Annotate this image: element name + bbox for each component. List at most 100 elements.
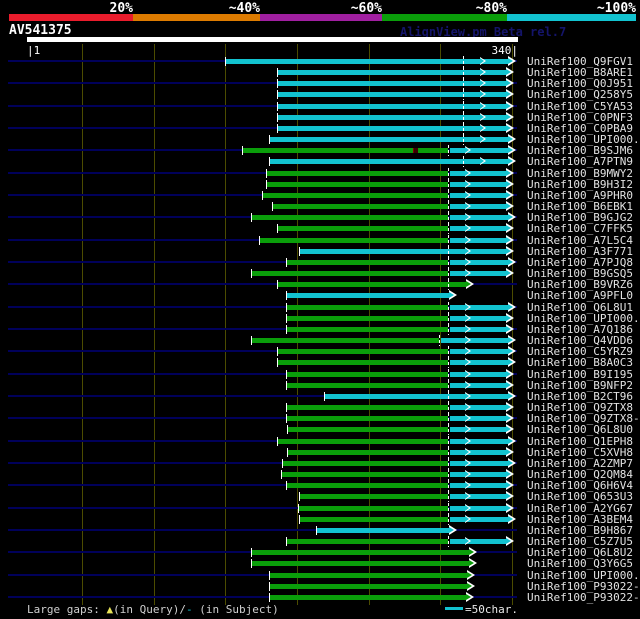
- hit-bar-segment[interactable]: [226, 59, 509, 64]
- hit-end-arrow-icon: [508, 348, 513, 354]
- hit-bar-segment[interactable]: [273, 204, 448, 209]
- hit-bar-segment[interactable]: [450, 439, 509, 444]
- hit-bar-segment[interactable]: [278, 70, 507, 75]
- hit-bar-segment[interactable]: [450, 204, 507, 209]
- hit-bar-segment[interactable]: [270, 159, 509, 164]
- hit-bar-segment[interactable]: [288, 450, 448, 455]
- hit-bar-segment[interactable]: [450, 472, 507, 477]
- gap-arrow-icon: [465, 426, 469, 432]
- hit-label[interactable]: UniRef100_A7PTN9: [527, 156, 633, 167]
- hit-end-arrow-icon: [506, 237, 511, 243]
- hit-bar-segment[interactable]: [287, 293, 450, 298]
- hit-bar-segment[interactable]: [450, 405, 507, 410]
- hit-bar-segment[interactable]: [278, 282, 467, 287]
- hit-bar-segment[interactable]: [278, 349, 448, 354]
- hit-label[interactable]: UniRef100_Q6L8U0: [527, 424, 633, 435]
- hit-bar-segment[interactable]: [450, 271, 507, 276]
- hit-bar-segment[interactable]: [441, 338, 509, 343]
- hit-bar-segment[interactable]: [270, 137, 509, 142]
- hit-start-tick: [286, 258, 287, 267]
- hit-label[interactable]: UniRef100_P93022-3: [527, 592, 640, 603]
- hit-start-tick: [324, 392, 325, 401]
- hit-bar-segment[interactable]: [450, 360, 509, 365]
- hit-bar-segment[interactable]: [450, 450, 507, 455]
- hit-bar-segment[interactable]: [283, 461, 448, 466]
- hit-label[interactable]: UniRef100_A9PFL0: [527, 290, 633, 301]
- hit-bar-segment[interactable]: [287, 383, 448, 388]
- gap-mark: [448, 480, 449, 491]
- hit-label[interactable]: UniRef100_B8A0C3: [527, 357, 633, 368]
- hit-start-tick: [299, 515, 300, 524]
- hit-bar-segment[interactable]: [450, 517, 509, 522]
- hit-bar-segment[interactable]: [450, 494, 507, 499]
- hit-bar-segment[interactable]: [450, 427, 507, 432]
- hit-bar-segment[interactable]: [287, 316, 448, 321]
- hit-bar-segment[interactable]: [450, 305, 509, 310]
- hit-bar-segment[interactable]: [267, 171, 448, 176]
- hit-bar-segment[interactable]: [252, 338, 439, 343]
- hit-end-arrow-icon: [506, 203, 511, 209]
- hit-bar-segment[interactable]: [278, 439, 448, 444]
- hit-bar-segment[interactable]: [450, 316, 507, 321]
- hit-bar-segment[interactable]: [278, 126, 507, 131]
- hit-label[interactable]: UniRef100_Q258Y5: [527, 89, 633, 100]
- hit-bar-segment[interactable]: [278, 115, 507, 120]
- hit-bar-segment[interactable]: [270, 595, 467, 600]
- hit-bar-segment[interactable]: [270, 584, 468, 589]
- hit-bar-segment[interactable]: [450, 327, 507, 332]
- hit-bar-segment[interactable]: [278, 92, 507, 97]
- hit-bar-segment[interactable]: [287, 327, 448, 332]
- hit-bar-segment[interactable]: [450, 193, 507, 198]
- hit-bar-segment[interactable]: [282, 472, 448, 477]
- hit-bar-segment[interactable]: [287, 305, 448, 310]
- hit-bar-segment[interactable]: [263, 193, 448, 198]
- hit-bar-segment[interactable]: [450, 148, 509, 153]
- hit-start-tick: [277, 102, 278, 111]
- hit-bar-segment[interactable]: [287, 372, 448, 377]
- hit-bar-segment[interactable]: [450, 349, 509, 354]
- hit-bar-segment[interactable]: [450, 260, 509, 265]
- hit-bar-segment[interactable]: [450, 238, 507, 243]
- hit-bar-segment[interactable]: [450, 383, 507, 388]
- hit-bar-segment[interactable]: [252, 561, 470, 566]
- gap-arrow-icon: [480, 80, 484, 86]
- hit-bar-segment[interactable]: [450, 539, 507, 544]
- hit-bar-segment[interactable]: [450, 171, 507, 176]
- hit-bar-segment[interactable]: [287, 405, 448, 410]
- hit-bar-segment[interactable]: [267, 182, 448, 187]
- hit-bar-segment[interactable]: [278, 226, 448, 231]
- hit-bar-segment[interactable]: [317, 528, 450, 533]
- hit-bar-segment[interactable]: [450, 483, 507, 488]
- hit-label[interactable]: UniRef100_C7FFK5: [527, 223, 633, 234]
- hit-bar-segment[interactable]: [450, 182, 507, 187]
- gap-mark: [463, 78, 464, 89]
- hit-bar-segment[interactable]: [450, 461, 509, 466]
- hit-bar-segment[interactable]: [300, 249, 507, 254]
- hit-bar-segment[interactable]: [252, 271, 448, 276]
- hit-bar-segment[interactable]: [278, 360, 448, 365]
- hit-bar-segment[interactable]: [252, 215, 448, 220]
- hit-label[interactable]: UniRef100_Q3Y6G5: [527, 558, 633, 569]
- hit-start-tick: [286, 291, 287, 300]
- hit-bar-segment[interactable]: [450, 416, 507, 421]
- hit-bar-segment[interactable]: [450, 506, 507, 511]
- hit-bar-segment[interactable]: [287, 260, 448, 265]
- hit-label[interactable]: UniRef100_Q653U3: [527, 491, 633, 502]
- hit-bar-segment[interactable]: [325, 394, 509, 399]
- hit-bar-segment[interactable]: [287, 539, 448, 544]
- hit-bar-segment[interactable]: [278, 81, 507, 86]
- hit-bar-segment[interactable]: [450, 226, 507, 231]
- hit-bar-segment[interactable]: [270, 573, 468, 578]
- hit-bar-segment[interactable]: [260, 238, 448, 243]
- hit-bar-segment[interactable]: [288, 427, 448, 432]
- hit-bar-segment[interactable]: [300, 517, 448, 522]
- hit-bar-segment[interactable]: [287, 416, 448, 421]
- hit-bar-segment[interactable]: [450, 372, 507, 377]
- hit-bar-segment[interactable]: [450, 215, 509, 220]
- hit-bar-segment[interactable]: [299, 506, 448, 511]
- hit-bar-segment[interactable]: [278, 104, 507, 109]
- hit-bar-segment[interactable]: [287, 483, 448, 488]
- hit-bar-segment[interactable]: [252, 550, 470, 555]
- gaps-legend-suffix: (in Subject): [192, 603, 279, 616]
- hit-bar-segment[interactable]: [300, 494, 448, 499]
